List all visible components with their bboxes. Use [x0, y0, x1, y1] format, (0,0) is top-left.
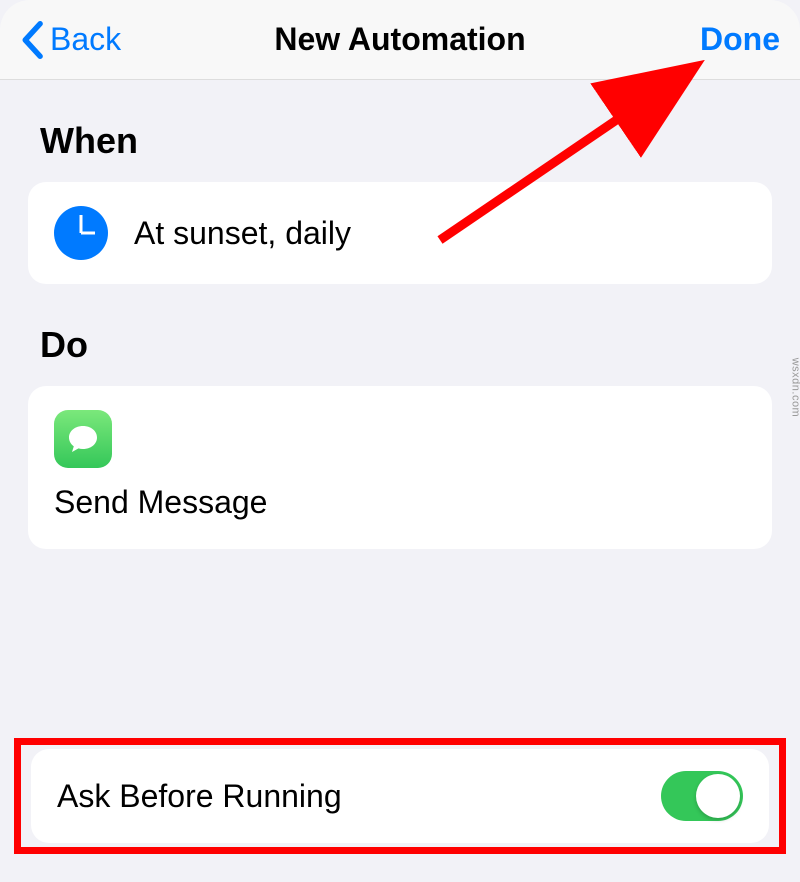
page-title: New Automation	[274, 21, 525, 58]
messages-icon	[54, 410, 112, 468]
do-card[interactable]: Send Message	[28, 386, 772, 549]
ask-before-running-row: Ask Before Running	[31, 749, 769, 843]
when-section-label: When	[40, 120, 800, 162]
chevron-left-icon	[20, 21, 44, 59]
do-text: Send Message	[54, 484, 746, 521]
watermark: wsxdn.com	[790, 358, 800, 418]
back-label: Back	[50, 21, 121, 58]
back-button[interactable]: Back	[20, 21, 121, 59]
do-section-label: Do	[40, 324, 800, 366]
done-button[interactable]: Done	[700, 21, 780, 58]
ask-toggle[interactable]	[661, 771, 743, 821]
clock-icon	[54, 206, 108, 260]
ask-label: Ask Before Running	[57, 778, 342, 815]
navigation-bar: Back New Automation Done	[0, 0, 800, 80]
when-text: At sunset, daily	[134, 215, 351, 252]
highlight-box: Ask Before Running	[14, 738, 786, 854]
when-card[interactable]: At sunset, daily	[28, 182, 772, 284]
